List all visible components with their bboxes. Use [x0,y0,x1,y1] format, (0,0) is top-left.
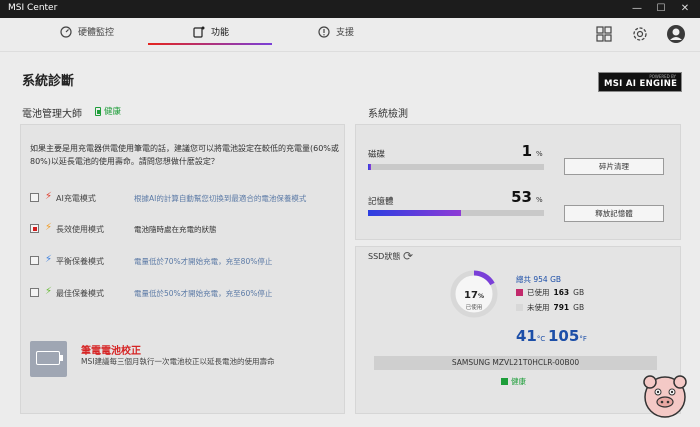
lightning-icon: ⚡ [45,191,53,202]
ssd-title: SSD狀態 [368,252,401,261]
mode-name: 最佳保養模式 [56,289,104,298]
free-unit: GB [573,303,585,312]
lightning-icon: ⚡ [45,222,53,233]
mode-description: 根據AI的計算自動幫您切換到最適合的電池保養模式 [134,194,307,203]
mode-balanced[interactable]: ⚡ 平衡保養模式 電量低於70%才開始充電，充至80%停止 [30,254,340,279]
tab-hardware-monitor[interactable]: 硬體監控 [60,18,114,45]
memory-usage-bar [368,210,544,216]
support-icon [318,25,330,38]
top-nav: 硬體監控 功能 支援 [0,18,700,52]
tab-label: 支援 [336,28,355,38]
battery-health: 健康 [95,105,121,117]
close-button[interactable]: ✕ [674,0,696,18]
used-value: 163 [553,288,570,297]
tab-label: 硬體監控 [78,28,115,38]
mode-long-life[interactable]: ⚡ 長效使用模式 電池隨時處在充電的狀態 [30,222,340,247]
memory-usage-fill [368,210,462,216]
ssd-health: 健康 [501,376,526,387]
app-title: MSI Center [8,3,58,13]
speedometer-icon [60,25,72,38]
ssd-used-legend: 已使用 163 GB [516,287,584,298]
mode-description: 電量低於50%才開始充電，充至60%停止 [134,289,273,298]
active-tab-indicator [148,43,272,45]
badge-label: MSI AI ENGINE [604,79,678,89]
battery-heading: 電池管理大師 [22,109,82,120]
ssd-percent-unit: % [477,293,484,300]
refresh-icon[interactable]: ⟳ [403,249,413,263]
calibration-title[interactable]: 筆電電池校正 [81,342,141,357]
maximize-button[interactable]: ☐ [650,0,672,18]
grid-icon[interactable] [594,24,614,44]
mascot-watermark [643,375,687,418]
mode-checkbox[interactable] [30,224,39,233]
features-icon [193,26,205,38]
ssd-temp-celsius: 41°C [516,327,545,345]
battery-icon [95,106,101,116]
temp-f-value: 105 [548,327,580,345]
disk-usage-fill [368,164,371,170]
ssd-health-label: 健康 [511,377,526,386]
disk-value: 1 [521,142,532,160]
tab-support[interactable]: 支援 [318,18,354,45]
temp-c-value: 41 [516,327,537,345]
lightning-icon: ⚡ [45,254,53,265]
tab-label: 功能 [211,28,230,38]
mode-best-care[interactable]: ⚡ 最佳保養模式 電量低於50%才開始充電，充至60%停止 [30,286,340,311]
gear-icon[interactable] [630,24,650,44]
used-label: 已使用 [527,288,550,297]
ssd-model: SAMSUNG MZVL21T0HCLR-00B00 [374,356,657,370]
mode-description: 電量低於70%才開始充電，充至80%停止 [134,257,273,266]
mode-ai-charging[interactable]: ⚡ AI充電模式 根據AI的計算自動幫您切換到最適合的電池保養模式 [30,191,340,216]
mode-name: 平衡保養模式 [56,257,104,266]
disk-unit: % [536,150,543,158]
defrag-button[interactable]: 碎片清理 [564,158,664,175]
ssd-temp-fahrenheit: 105°F [548,327,587,345]
memory-label: 記憶體 [368,197,394,207]
free-label: 未使用 [527,303,550,312]
battery-health-label: 健康 [104,107,122,117]
ssd-total: 總共 954 GB [516,275,562,284]
memory-unit: % [536,196,543,204]
page-title: 系統診斷 [22,74,75,89]
temp-f-unit: °F [579,335,587,343]
mode-name: 長效使用模式 [56,225,104,234]
used-swatch [516,289,523,296]
memory-value: 53 [511,188,532,206]
ssd-used-percent: 17% [448,290,500,301]
tab-features[interactable]: 功能 [193,18,229,45]
free-swatch [516,304,523,311]
free-value: 791 [553,303,570,312]
mode-name: AI充電模式 [56,194,96,203]
ssd-free-legend: 未使用 791 GB [516,302,584,313]
mode-checkbox[interactable] [30,193,39,202]
lightning-icon: ⚡ [45,286,53,297]
used-unit: GB [573,288,585,297]
temp-c-unit: °C [536,335,546,343]
mode-description: 電池隨時處在充電的狀態 [134,225,217,234]
disk-usage-bar [368,164,544,170]
ssd-used-caption: 已使用 [465,305,483,311]
battery-calibration-icon[interactable] [30,341,67,377]
avatar[interactable] [666,24,686,44]
title-bar: MSI Center — ☐ ✕ [0,0,700,18]
system-check-heading: 系統檢測 [368,109,408,120]
health-icon [501,378,508,385]
minimize-button[interactable]: — [626,0,648,18]
disk-label: 磁碟 [368,150,386,160]
calibration-description: MSI建議每三個月執行一次電池校正以延長電池的使用壽命 [81,357,275,366]
ssd-used-percent-value: 17 [464,290,478,301]
free-memory-button[interactable]: 釋放記憶體 [564,205,664,222]
ai-engine-badge: POWERED BY MSI AI ENGINE [598,72,682,92]
mode-checkbox[interactable] [30,288,39,297]
mode-checkbox[interactable] [30,256,39,265]
battery-description: 如果主要是用充電器供電使用筆電的話，建議您可以將電池設定在較低的充電量(60%或… [30,144,339,166]
